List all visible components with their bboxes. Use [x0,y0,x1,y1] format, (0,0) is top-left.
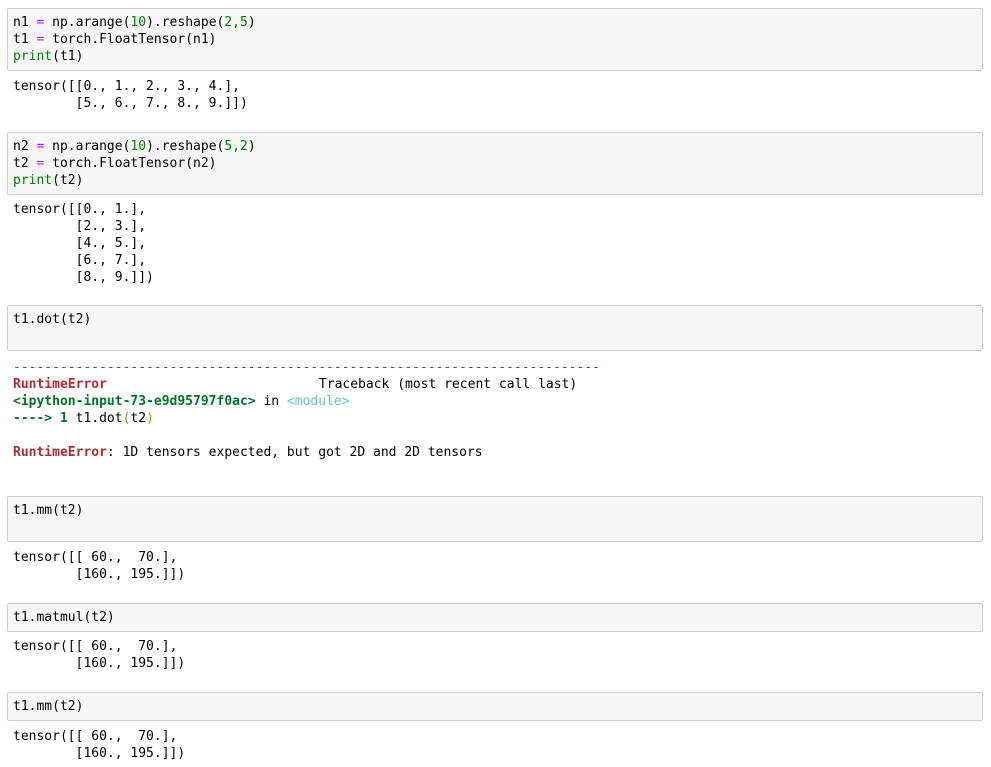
output-line: [5., 6., 7., 8., 9.]]) [13,96,248,111]
error-message-text: : 1D tensors expected, but got 2D and 2D… [106,445,483,460]
paren: ) [146,411,154,426]
output-line: tensor([[ 60., 70.], [13,639,178,654]
output-line: tensor([[ 60., 70.], [13,729,178,744]
code-operator: = [36,15,45,30]
error-arrow: ----> 1 [13,411,68,426]
code-token: (t2) [52,173,84,188]
code-number: 5,2 [224,139,248,154]
ipython-input-ref: <ipython-input-73-e9d95797f0ac> [13,394,256,409]
code-token: torch.FloatTensor(n2) [52,156,217,171]
code-line: n1 = np.arange(10).reshape(2,5) [13,14,977,31]
error-output: ----------------------------------------… [13,359,600,461]
code-line: t1.mm(t2) [13,503,84,518]
code-token: ) [247,139,256,154]
error-message: RuntimeError: 1D tensors expected, but g… [13,444,600,461]
code-line: n2 = np.arange(10).reshape(5,2) [13,138,977,155]
code-token: ).reshape( [146,15,225,30]
code-operator: = [36,156,45,171]
error-code: t1.dot [75,411,123,426]
error-message-name: RuntimeError [13,445,107,460]
output-line: [6., 7.], [13,253,147,268]
code-cell-input[interactable]: t1.matmul(t2) [7,603,983,632]
code-operator: = [36,32,45,47]
output-line: tensor([[0., 1., 2., 3., 4.], [13,79,240,94]
traceback-label: Traceback (most recent call last) [318,377,578,392]
output-line: [2., 3.], [13,219,147,234]
code-token: np.arange( [52,15,131,30]
cell-output: tensor([[0., 1.], [2., 3.], [4., 5.], [6… [13,201,154,286]
code-number: 10 [130,139,147,154]
code-token: ) [247,15,256,30]
code-token: ).reshape( [146,139,225,154]
code-operator: = [36,139,45,154]
code-line: t1.matmul(t2) [13,610,115,625]
code-line: print(t2) [13,172,977,189]
output-line: [8., 9.]]) [13,270,154,285]
output-line: [160., 195.]]) [13,746,186,761]
module-ref: <module> [286,394,350,409]
error-code-arg: t2 [130,411,147,426]
error-location: <ipython-input-73-e9d95797f0ac> in <modu… [13,393,600,410]
code-number: 2,5 [224,15,248,30]
code-cell-input[interactable]: n2 = np.arange(10).reshape(5,2) t2 = tor… [7,132,983,195]
code-number: 10 [130,15,147,30]
output-line: [4., 5.], [13,236,147,251]
output-line: [160., 195.]]) [13,567,186,582]
error-name: RuntimeError [13,377,107,392]
in-word: in [263,394,280,409]
output-line: [160., 195.]]) [13,656,186,671]
code-token: np.arange( [52,139,131,154]
code-cell-input[interactable]: t1.mm(t2) [7,496,983,542]
code-token: torch.FloatTensor(n1) [52,32,217,47]
code-token: n1 [13,15,29,30]
code-builtin: print [13,49,53,64]
code-token: t2 [13,156,29,171]
code-line: t1.mm(t2) [13,699,84,714]
cell-output: tensor([[0., 1., 2., 3., 4.], [5., 6., 7… [13,78,248,112]
error-code-line: ----> 1 t1.dot(t2) [13,410,600,427]
code-cell-input[interactable]: t1.dot(t2) [7,305,983,351]
code-line: t2 = torch.FloatTensor(n2) [13,155,977,172]
cell-output: tensor([[ 60., 70.], [160., 195.]]) [13,549,185,583]
output-line: tensor([[0., 1.], [13,202,147,217]
cell-output: tensor([[ 60., 70.], [160., 195.]]) [13,728,185,762]
cell-output: tensor([[ 60., 70.], [160., 195.]]) [13,638,185,672]
code-cell-input[interactable]: t1.mm(t2) [7,692,983,721]
code-line: print(t1) [13,48,977,65]
code-cell-input[interactable]: n1 = np.arange(10).reshape(2,5) t1 = tor… [7,8,983,71]
code-token: t1 [13,32,29,47]
error-separator: ----------------------------------------… [13,360,600,375]
code-token: n2 [13,139,29,154]
code-builtin: print [13,173,53,188]
code-token: (t1) [52,49,84,64]
code-line: t1.dot(t2) [13,312,92,327]
error-header: RuntimeError Traceback (most recent call … [13,376,600,393]
code-line: t1 = torch.FloatTensor(n1) [13,31,977,48]
output-line: tensor([[ 60., 70.], [13,550,178,565]
